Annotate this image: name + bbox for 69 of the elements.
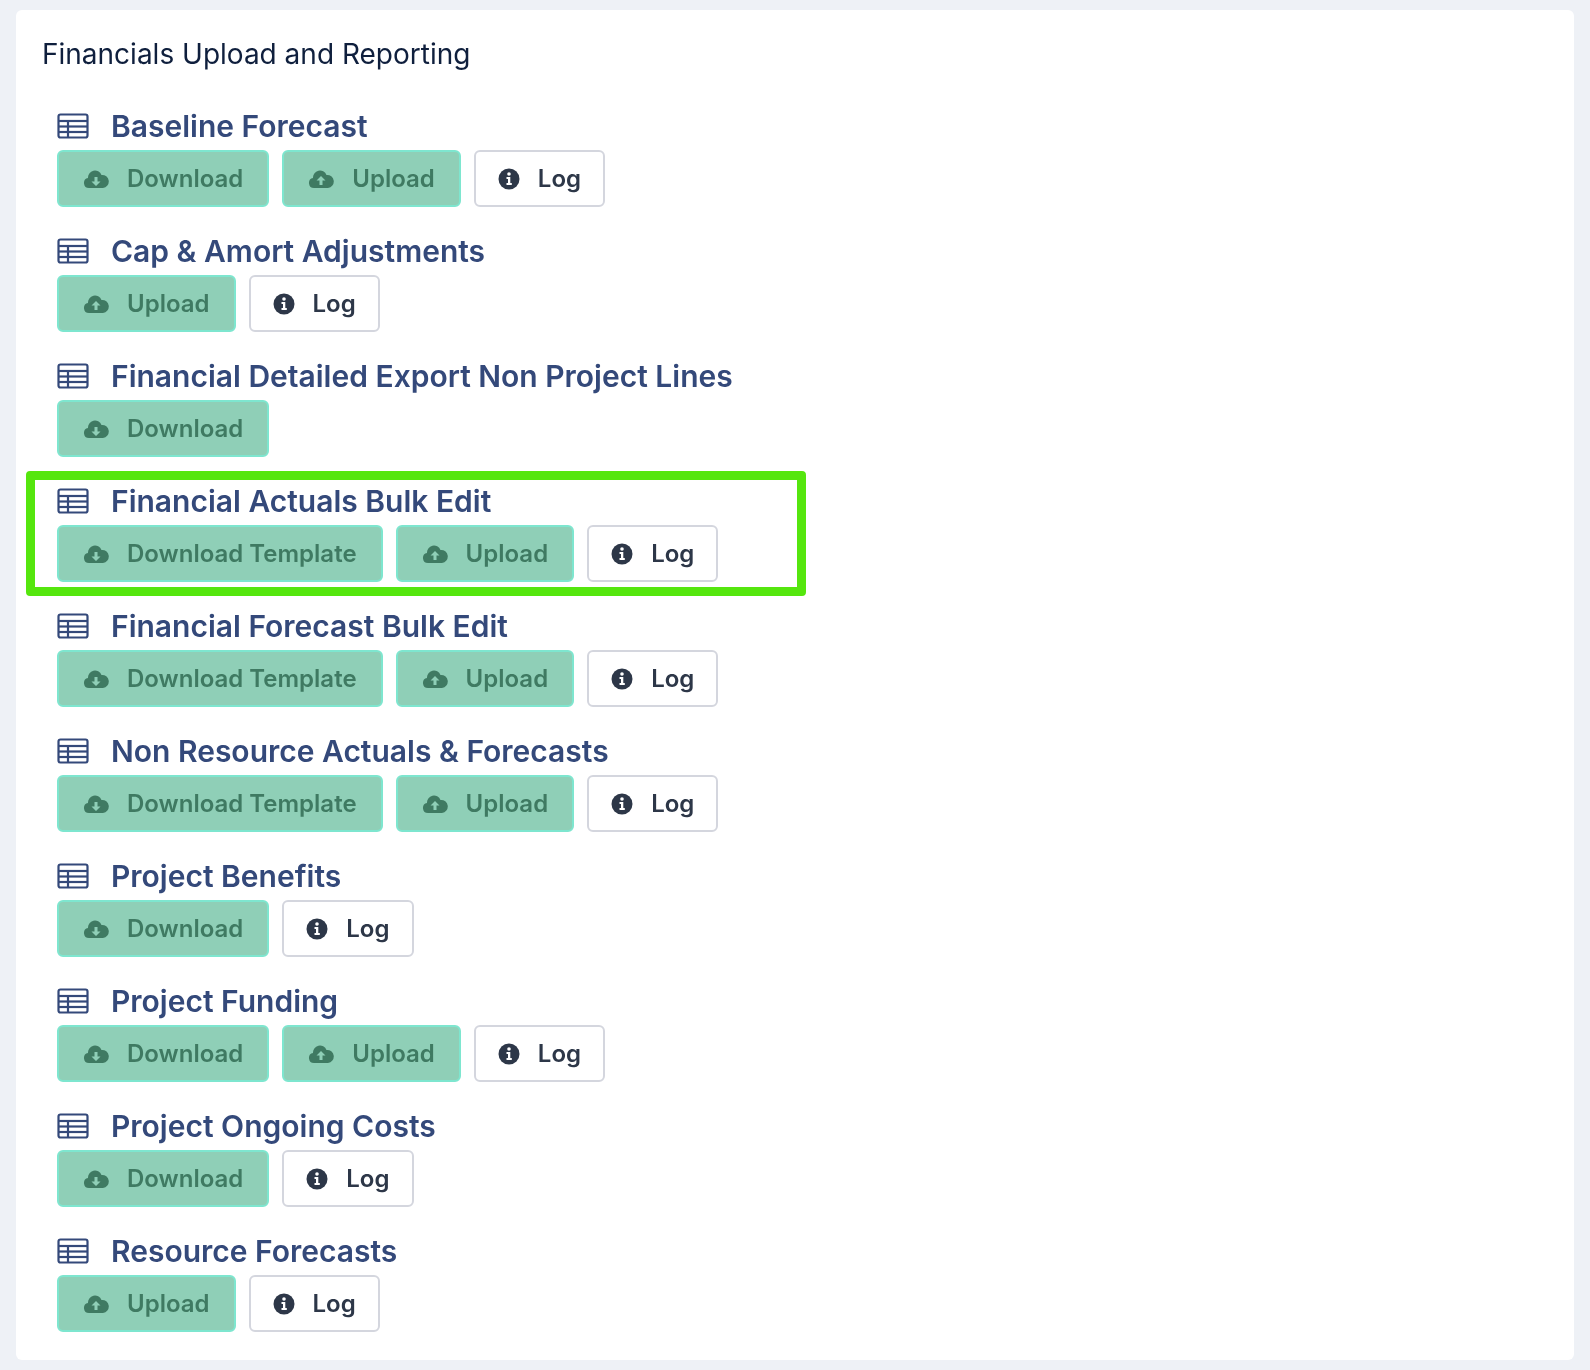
cloud-download-icon xyxy=(83,1043,109,1064)
upload-button[interactable]: Upload xyxy=(57,1275,236,1332)
section-title: Project Funding xyxy=(111,985,339,1017)
info-icon xyxy=(497,1042,520,1065)
cloud-download-icon xyxy=(83,1168,109,1189)
log-button[interactable]: Log xyxy=(587,525,719,582)
log-button[interactable]: Log xyxy=(587,775,719,832)
info-icon xyxy=(611,792,634,815)
section-title: Project Benefits xyxy=(111,860,342,892)
cloud-upload-icon xyxy=(421,793,448,814)
table-icon xyxy=(57,1113,89,1139)
info-icon xyxy=(611,667,634,690)
download-button[interactable]: Download xyxy=(57,150,270,207)
cloud-download-icon xyxy=(83,543,109,564)
download-button[interactable]: Download Template xyxy=(57,650,383,707)
upload-button[interactable]: Upload xyxy=(395,775,575,832)
info-icon xyxy=(306,1167,329,1190)
download-button[interactable]: Download xyxy=(57,1150,270,1207)
cloud-download-icon xyxy=(83,418,109,439)
log-button[interactable]: Log xyxy=(248,275,380,332)
info-icon xyxy=(497,167,520,190)
table-icon xyxy=(57,1238,89,1264)
cloud-upload-icon xyxy=(308,168,335,189)
log-button[interactable]: Log xyxy=(587,650,719,707)
section-title: Baseline Forecast xyxy=(111,110,368,142)
log-button[interactable]: Log xyxy=(282,1150,414,1207)
upload-button[interactable]: Upload xyxy=(57,275,236,332)
table-icon xyxy=(57,863,89,889)
section-title: Cap & Amort Adjustments xyxy=(111,235,486,267)
download-button[interactable]: Download xyxy=(57,1025,270,1082)
log-button[interactable]: Log xyxy=(282,900,414,957)
cloud-download-icon xyxy=(83,793,109,814)
info-icon xyxy=(306,917,329,940)
cloud-upload-icon xyxy=(421,543,448,564)
cloud-download-icon xyxy=(83,918,109,939)
cloud-upload-icon xyxy=(421,668,448,689)
download-button[interactable]: Download Template xyxy=(57,775,383,832)
upload-button[interactable]: Upload xyxy=(282,150,461,207)
log-button[interactable]: Log xyxy=(473,150,606,207)
cloud-upload-icon xyxy=(83,1293,109,1314)
log-button[interactable]: Log xyxy=(248,1275,380,1332)
table-icon xyxy=(57,113,89,139)
upload-button[interactable]: Upload xyxy=(282,1025,461,1082)
section-title: Project Ongoing Costs xyxy=(111,1110,436,1142)
download-button[interactable]: Download xyxy=(57,900,270,957)
log-button[interactable]: Log xyxy=(473,1025,606,1082)
info-icon xyxy=(272,1292,295,1315)
info-icon xyxy=(611,542,634,565)
table-icon xyxy=(57,488,89,514)
upload-button[interactable]: Upload xyxy=(395,650,575,707)
cloud-download-icon xyxy=(83,668,109,689)
section-title: Resource Forecasts xyxy=(111,1235,398,1267)
table-icon xyxy=(57,988,89,1014)
table-icon xyxy=(57,613,89,639)
download-button[interactable]: Download xyxy=(57,400,270,457)
info-icon xyxy=(272,292,295,315)
section-title: Non Resource Actuals & Forecasts xyxy=(111,735,609,767)
table-icon xyxy=(57,238,89,264)
section-title: Financial Actuals Bulk Edit xyxy=(111,485,492,517)
table-icon xyxy=(57,363,89,389)
download-button[interactable]: Download Template xyxy=(57,525,383,582)
table-icon xyxy=(57,738,89,764)
section-title: Financial Detailed Export Non Project Lines xyxy=(111,360,733,392)
cloud-download-icon xyxy=(83,168,109,189)
section-title: Financial Forecast Bulk Edit xyxy=(111,610,508,642)
cloud-upload-icon xyxy=(83,293,109,314)
upload-button[interactable]: Upload xyxy=(395,525,575,582)
cloud-upload-icon xyxy=(308,1043,335,1064)
panel-title: Financials Upload and Reporting xyxy=(41,36,471,72)
